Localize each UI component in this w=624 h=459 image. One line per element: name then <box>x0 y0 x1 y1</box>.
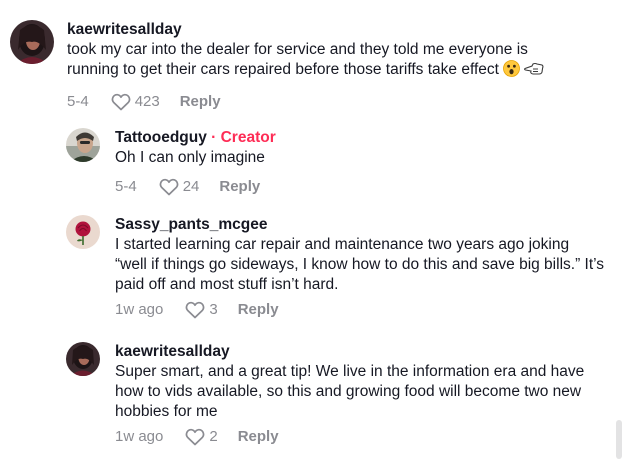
comment-timestamp: 5-4 <box>67 93 89 110</box>
avatar[interactable] <box>10 20 54 64</box>
avatar[interactable] <box>66 128 100 162</box>
reply-button[interactable]: Reply <box>238 427 279 447</box>
like-button[interactable]: 24 <box>159 177 200 197</box>
comment-text: took my car into the dealer for service … <box>67 40 547 83</box>
comment-text: I started learning car repair and mainte… <box>115 236 605 293</box>
like-button[interactable]: 423 <box>111 92 160 112</box>
username-label: Tattooedguy <box>115 129 207 146</box>
heart-outline-icon <box>185 301 205 319</box>
like-count: 24 <box>182 178 200 195</box>
comment-text: Super smart, and a great tip! We live in… <box>115 363 585 420</box>
reply-comment-item: kaewritesallday Super smart, and a great… <box>66 342 606 447</box>
like-count: 423 <box>134 93 160 110</box>
comment-meta: 5-4 24 Reply <box>115 177 276 197</box>
comment-body: kaewritesallday took my car into the dea… <box>67 20 547 112</box>
comment-timestamp: 1w ago <box>115 428 164 445</box>
astonished-face-icon <box>503 60 520 83</box>
reply-button[interactable]: Reply <box>180 92 221 112</box>
comment-meta: 1w ago 3 Reply <box>115 300 605 320</box>
scrollbar-thumb[interactable] <box>616 420 622 459</box>
comment-timestamp: 5-4 <box>115 178 137 195</box>
user-avatar-icon <box>66 342 100 376</box>
comment-username[interactable]: Sassy_pants_mcgee <box>115 215 605 235</box>
reply-button[interactable]: Reply <box>238 300 279 320</box>
comment-username[interactable]: kaewritesallday <box>67 20 547 40</box>
like-button[interactable]: 2 <box>185 427 218 447</box>
comment-text: Oh I can only imagine <box>115 149 265 166</box>
comment-item: kaewritesallday took my car into the dea… <box>10 20 610 112</box>
like-count: 2 <box>209 428 218 445</box>
avatar[interactable] <box>66 215 100 249</box>
comment-body: kaewritesallday Super smart, and a great… <box>115 342 605 447</box>
reply-comment-item: Tattooedguy · Creator Oh I can only imag… <box>66 128 606 197</box>
comment-body: Tattooedguy · Creator Oh I can only imag… <box>115 128 276 197</box>
creator-badge: · Creator <box>206 129 276 146</box>
comment-username[interactable]: kaewritesallday <box>115 342 605 362</box>
reply-button[interactable]: Reply <box>219 177 260 197</box>
backhand-index-pointing-left-icon <box>524 60 544 83</box>
like-count: 3 <box>209 301 218 318</box>
rose-avatar-icon <box>66 215 100 249</box>
comment-body: Sassy_pants_mcgee I started learning car… <box>115 215 605 320</box>
avatar[interactable] <box>66 342 100 376</box>
heart-outline-icon <box>111 93 131 111</box>
user-avatar-icon <box>10 20 54 64</box>
heart-outline-icon <box>185 428 205 446</box>
reply-comment-item: Sassy_pants_mcgee I started learning car… <box>66 215 606 320</box>
comment-timestamp: 1w ago <box>115 301 164 318</box>
heart-outline-icon <box>159 178 179 196</box>
user-avatar-icon <box>66 128 100 162</box>
comment-meta: 5-4 423 Reply <box>67 92 547 112</box>
like-button[interactable]: 3 <box>185 300 218 320</box>
comment-text-content: took my car into the dealer for service … <box>67 41 528 78</box>
comment-username[interactable]: Tattooedguy · Creator <box>115 128 276 148</box>
comment-meta: 1w ago 2 Reply <box>115 427 605 447</box>
